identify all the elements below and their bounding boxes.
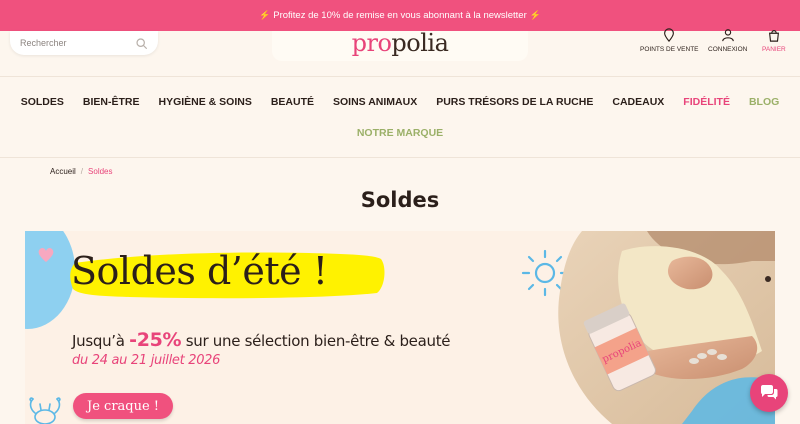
banner-headline: Soldes d’été ! [71, 249, 328, 293]
chat-bubbles-icon [761, 385, 778, 400]
lightning-icon: ⚡ [259, 10, 271, 20]
nav-item-blog[interactable]: BLOG [739, 96, 788, 108]
user-icon [721, 29, 734, 42]
sale-banner[interactable]: Soldes d’été ! Jusqu’à -25% sur une séle… [25, 231, 775, 424]
product-photo: propolia [558, 231, 775, 424]
store-locator-link[interactable]: POINTS DE VENTE [640, 28, 699, 53]
nav-item-notre-marque[interactable]: NOTRE MARQUE [347, 127, 452, 139]
breadcrumb-home[interactable]: Accueil [50, 167, 76, 176]
page-title: Soldes [360, 188, 440, 212]
banner-subtitle: Jusqu’à -25% sur une sélection bien-être… [72, 329, 451, 351]
promo-text: Profitez de 10% de remise en vous abonna… [273, 10, 527, 21]
nav-item-bien-etre[interactable]: BIEN-ÊTRE [73, 96, 149, 108]
search-icon[interactable] [135, 37, 148, 50]
breadcrumb: Accueil / Soldes [50, 167, 113, 176]
discount-percent: -25% [129, 329, 182, 351]
chat-button[interactable] [750, 374, 788, 412]
nav-item-fidelite[interactable]: FIDÉLITÉ [674, 96, 740, 108]
search-placeholder: Rechercher [20, 38, 67, 48]
cart-link[interactable]: PANIER [762, 30, 786, 53]
sale-dates: du 24 au 21 juillet 2026 [72, 353, 221, 368]
location-pin-icon [664, 28, 675, 42]
headline-wrap: Soldes d’été ! [69, 249, 387, 301]
main-nav: SOLDES BIEN-ÊTRE HYGIÈNE & SOINS BEAUTÉ … [0, 78, 800, 158]
logo: propolia [351, 29, 449, 57]
login-link[interactable]: CONNEXION [708, 29, 748, 53]
crab-doodle-icon [29, 397, 61, 424]
breadcrumb-separator: / [80, 167, 84, 176]
promo-bar[interactable]: ⚡ Profitez de 10% de remise en vous abon… [0, 0, 800, 31]
search-input[interactable]: Rechercher [10, 31, 158, 55]
nav-item-soldes[interactable]: SOLDES [11, 96, 73, 108]
nav-item-soins-animaux[interactable]: SOINS ANIMAUX [324, 96, 427, 108]
site-header: Rechercher propolia POINTS DE VENTE CONN… [0, 28, 800, 77]
nav-item-cadeaux[interactable]: CADEAUX [603, 96, 674, 108]
nav-item-beaute[interactable]: BEAUTÉ [261, 96, 323, 108]
logo-link[interactable]: propolia [272, 31, 528, 61]
nav-item-purs-tresors[interactable]: PURS TRÉSORS DE LA RUCHE [427, 96, 603, 108]
lightning-icon: ⚡ [529, 10, 541, 20]
breadcrumb-current: Soldes [88, 167, 113, 176]
login-label: CONNEXION [708, 46, 748, 53]
je-craque-button[interactable]: Je craque ! [73, 393, 174, 419]
nav-item-hygiene-soins[interactable]: HYGIÈNE & SOINS [149, 96, 261, 108]
bag-icon [768, 30, 779, 42]
cart-label: PANIER [762, 46, 786, 53]
heart-doodle-icon [38, 247, 54, 262]
store-locator-label: POINTS DE VENTE [640, 46, 699, 53]
